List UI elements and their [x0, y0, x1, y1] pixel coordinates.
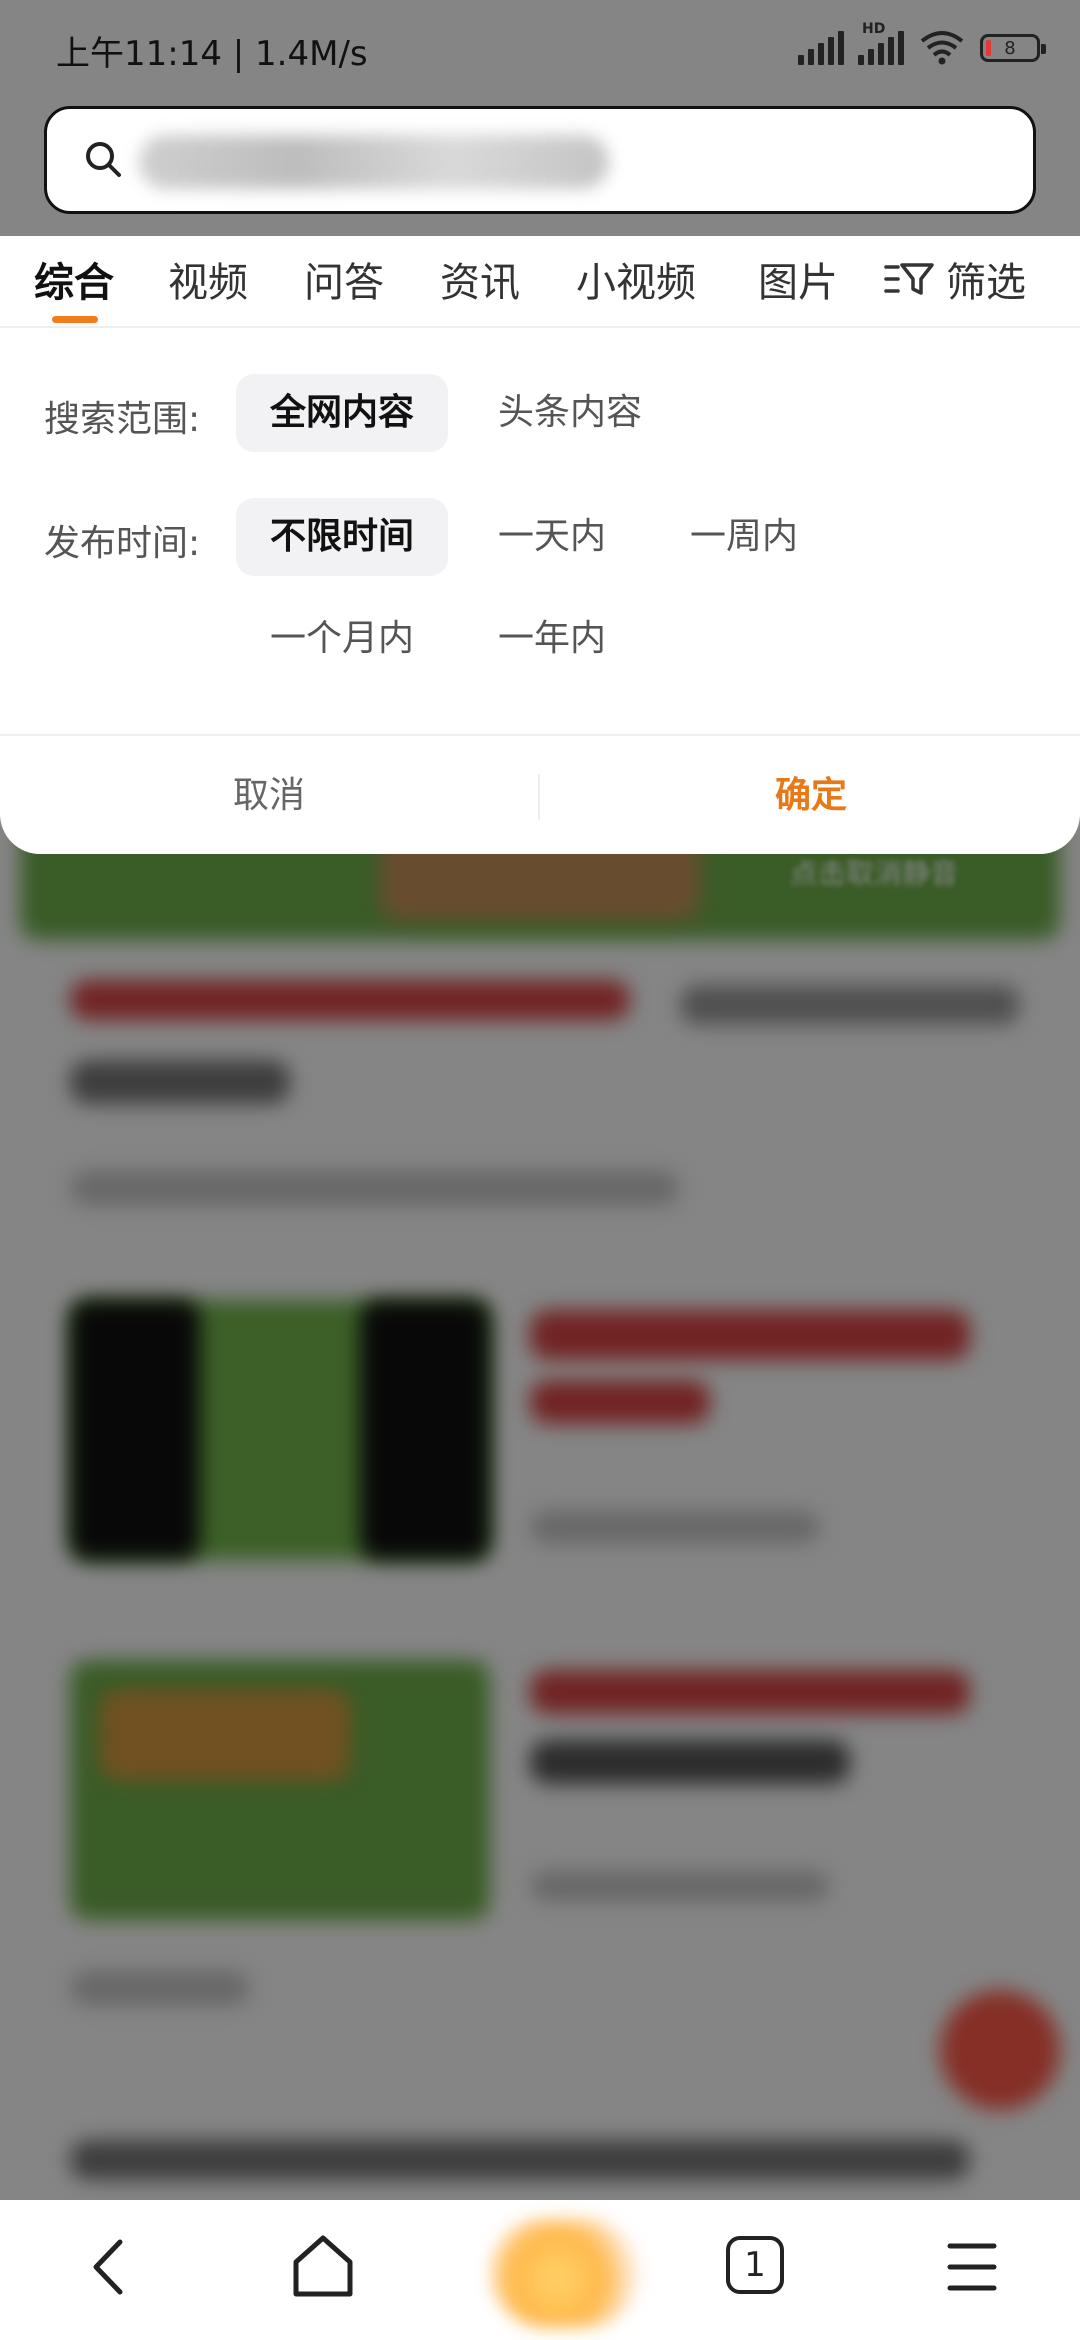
- confirm-button[interactable]: 确定: [542, 748, 1080, 844]
- battery-level: 8: [1004, 37, 1016, 59]
- filter-button[interactable]: 筛选: [884, 250, 1026, 308]
- wifi-icon: [920, 31, 964, 65]
- time-option-any[interactable]: 不限时间: [236, 498, 449, 576]
- scope-label: 搜索范围:: [44, 399, 201, 440]
- tab-comprehensive[interactable]: 综合: [34, 250, 114, 308]
- cancel-button[interactable]: 取消: [0, 748, 538, 844]
- status-bar: 上午11:14 | 1.4M/s HD 8: [0, 0, 1080, 96]
- panel-divider: [0, 734, 1080, 736]
- tab-qa[interactable]: 问答: [304, 250, 384, 308]
- back-icon[interactable]: [86, 2232, 136, 2302]
- tab-count: 1: [744, 2245, 766, 2285]
- search-input[interactable]: [44, 106, 1036, 214]
- tab-video[interactable]: 视频: [168, 250, 248, 308]
- time-option-month[interactable]: 一个月内: [236, 600, 448, 678]
- status-icons: HD 8: [798, 21, 1046, 72]
- search-icon: [86, 142, 121, 177]
- time-option-week[interactable]: 一周内: [656, 498, 832, 576]
- tab-short-video[interactable]: 小视频: [576, 250, 696, 308]
- tabs-count-button[interactable]: 1: [726, 2236, 784, 2294]
- signal-hd-icon: HD: [858, 21, 904, 65]
- search-query-blurred: [139, 135, 609, 189]
- bottom-nav: 1: [0, 2202, 1080, 2340]
- home-icon[interactable]: [290, 2232, 356, 2302]
- scope-option-toutiao[interactable]: 头条内容: [464, 374, 676, 452]
- scope-option-all-web[interactable]: 全网内容: [236, 374, 449, 452]
- time-option-day[interactable]: 一天内: [464, 498, 640, 576]
- center-app-icon[interactable]: [490, 2218, 640, 2328]
- time-label: 发布时间:: [44, 523, 201, 564]
- signal-icon: [798, 31, 844, 65]
- active-tab-indicator: [52, 316, 98, 323]
- status-time: 上午11:14 | 1.4M/s: [56, 34, 368, 74]
- filter-panel: 搜索范围: 全网内容 头条内容 发布时间: 不限时间 一天内 一周内 一个月内 …: [0, 326, 1080, 854]
- time-option-year[interactable]: 一年内: [464, 600, 640, 678]
- tab-images[interactable]: 图片: [758, 250, 838, 308]
- tab-news[interactable]: 资讯: [440, 250, 520, 308]
- search-tabs: 综合 视频 问答 资讯 小视频 图片 筛选: [0, 236, 1080, 326]
- menu-icon[interactable]: [944, 2232, 1000, 2302]
- battery-icon: 8: [980, 34, 1046, 62]
- button-divider: [538, 774, 540, 820]
- filter-icon: [884, 263, 934, 295]
- filter-label: 筛选: [946, 260, 1026, 306]
